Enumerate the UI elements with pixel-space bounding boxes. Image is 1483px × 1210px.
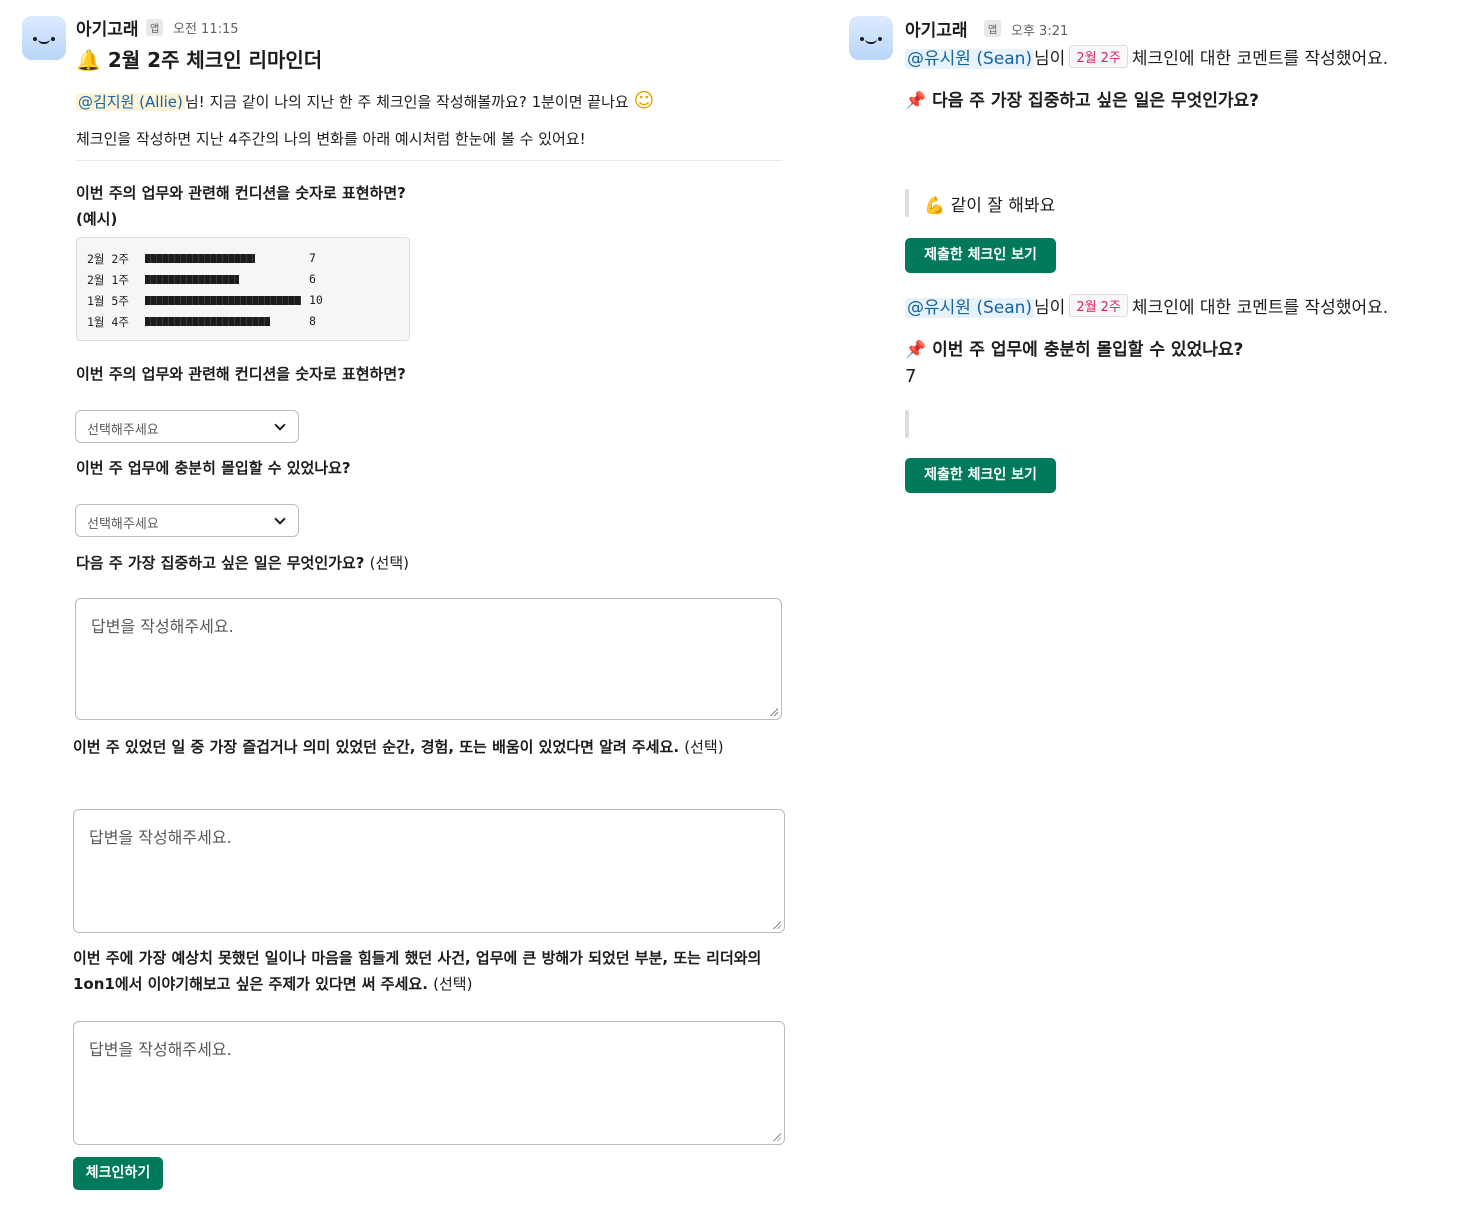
q3-textarea[interactable]: 답변을 작성해주세요. bbox=[75, 598, 782, 720]
avatar-eye-right bbox=[51, 37, 55, 41]
q3-label-text: 다음 주 가장 집중하고 싶은 일은 무엇인가요? bbox=[76, 554, 365, 572]
q5-label: 이번 주에 가장 예상치 못했던 일이나 마음을 힘들게 했던 사건, 업무에 … bbox=[73, 945, 787, 997]
checkin-submit-button[interactable]: 체크인하기 bbox=[73, 1157, 163, 1190]
q5-optional: (선택) bbox=[433, 975, 473, 993]
app-badge: 앱 bbox=[984, 20, 1002, 37]
comment2-text: 체크인에 대한 코멘트를 작성했어요. bbox=[1131, 298, 1389, 318]
user-mention[interactable]: @유시원 (Sean) bbox=[905, 298, 1035, 318]
example-value: 8 bbox=[309, 314, 316, 328]
example-chart-block: 2월 2주 7 2월 1주 6 1월 5주 10 1월 4주 8 bbox=[76, 237, 410, 341]
title-text: 2월 2주 체크인 리마인더 bbox=[107, 48, 323, 72]
example-bar bbox=[145, 254, 255, 263]
q1-label: 이번 주의 업무와 관련해 컨디션을 숫자로 표현하면? bbox=[76, 365, 406, 383]
comment1-quote: 💪 같이 잘 해봐요 bbox=[924, 191, 1055, 216]
resize-handle-icon[interactable] bbox=[772, 920, 781, 929]
example-bar bbox=[145, 317, 270, 326]
q4-label-text: 이번 주 있었던 일 중 가장 즐겁거나 의미 있었던 순간, 경험, 또는 배… bbox=[73, 738, 680, 756]
comment1-question: 📌 다음 주 가장 집중하고 싶은 일은 무엇인가요? bbox=[905, 86, 1259, 111]
chevron-down-icon bbox=[274, 513, 286, 525]
quote-bar bbox=[905, 189, 909, 217]
q2-label: 이번 주 업무에 충분히 몰입할 수 있었나요? bbox=[76, 459, 351, 477]
q5-placeholder: 답변을 작성해주세요. bbox=[89, 1040, 232, 1059]
intro-text: 체크인을 작성하면 지난 4주간의 나의 변화를 아래 예시처럼 한눈에 볼 수… bbox=[76, 130, 586, 148]
q3-label: 다음 주 가장 집중하고 싶은 일은 무엇인가요? (선택) bbox=[76, 550, 409, 576]
comment2-suffix: 님이 bbox=[1034, 298, 1066, 318]
date-badge: 2월 2주 bbox=[1069, 45, 1128, 68]
example-value: 10 bbox=[309, 293, 323, 307]
bot-avatar[interactable] bbox=[22, 16, 66, 60]
message-title: 🔔 2월 2주 체크인 리마인더 bbox=[76, 44, 322, 73]
divider bbox=[76, 160, 782, 161]
chevron-down-icon bbox=[274, 419, 286, 431]
whale-face bbox=[22, 16, 66, 60]
user-mention[interactable]: @유시원 (Sean) bbox=[905, 49, 1035, 69]
q4-label: 이번 주 있었던 일 중 가장 즐겁거나 의미 있었던 순간, 경험, 또는 배… bbox=[73, 734, 785, 760]
example-value: 6 bbox=[309, 272, 316, 286]
comment2-line: @유시원 (Sean) 님이 2월 2주 체크인에 대한 코멘트를 작성했어요. bbox=[905, 293, 1388, 318]
comment2-question-text: 이번 주 업무에 충분히 몰입할 수 있었나요? bbox=[932, 340, 1244, 360]
q4-placeholder: 답변을 작성해주세요. bbox=[89, 828, 232, 847]
comment1-text: 체크인에 대한 코멘트를 작성했어요. bbox=[1131, 49, 1389, 69]
comment1-line: @유시원 (Sean) 님이 2월 2주 체크인에 대한 코멘트를 작성했어요. bbox=[905, 44, 1388, 69]
view-checkin-button[interactable]: 제출한 체크인 보기 bbox=[905, 238, 1056, 273]
message-time[interactable]: 오후 3:21 bbox=[1011, 20, 1068, 39]
sender-name[interactable]: 아기고래 bbox=[905, 16, 968, 41]
resize-handle-icon[interactable] bbox=[772, 1132, 781, 1141]
example-week: 1월 4주 bbox=[87, 315, 129, 329]
q2-select[interactable]: 선택해주세요 bbox=[75, 504, 299, 537]
q5-textarea[interactable]: 답변을 작성해주세요. bbox=[73, 1021, 785, 1145]
example-bar bbox=[145, 296, 301, 305]
date-badge: 2월 2주 bbox=[1069, 294, 1128, 317]
resize-handle-icon[interactable] bbox=[769, 707, 778, 716]
whale-face bbox=[849, 16, 893, 60]
user-mention[interactable]: @김지원 (Allie) bbox=[76, 93, 185, 111]
greeting-line: @김지원 (Allie) 님! 지금 같이 나의 지난 한 주 체크인을 작성해볼… bbox=[76, 88, 654, 112]
example-week: 2월 2주 bbox=[87, 252, 129, 266]
bell-icon: 🔔 bbox=[76, 48, 101, 72]
q4-optional: (선택) bbox=[684, 738, 724, 756]
bot-avatar[interactable] bbox=[849, 16, 893, 60]
avatar-eye-left bbox=[860, 37, 864, 41]
example-week: 1월 5주 bbox=[87, 294, 129, 308]
comment2-question: 📌 이번 주 업무에 충분히 몰입할 수 있었나요? bbox=[905, 335, 1243, 360]
pushpin-icon: 📌 bbox=[905, 340, 927, 360]
sender-name[interactable]: 아기고래 bbox=[76, 15, 139, 40]
example-bar bbox=[145, 275, 239, 284]
comment1-question-text: 다음 주 가장 집중하고 싶은 일은 무엇인가요? bbox=[932, 91, 1259, 111]
quote-bar bbox=[905, 410, 909, 438]
q3-placeholder: 답변을 작성해주세요. bbox=[91, 617, 234, 636]
avatar-eye-right bbox=[878, 37, 882, 41]
q3-optional: (선택) bbox=[369, 554, 409, 572]
q1-select[interactable]: 선택해주세요 bbox=[75, 410, 299, 443]
example-week: 2월 1주 bbox=[87, 273, 129, 287]
view-checkin-button[interactable]: 제출한 체크인 보기 bbox=[905, 458, 1056, 493]
avatar-eye-left bbox=[33, 37, 37, 41]
pushpin-icon: 📌 bbox=[905, 91, 927, 111]
app-badge: 앱 bbox=[146, 19, 164, 36]
q2-placeholder: 선택해주세요 bbox=[87, 517, 159, 532]
comment1-suffix: 님이 bbox=[1034, 49, 1066, 69]
message-time[interactable]: 오전 11:15 bbox=[173, 18, 239, 37]
q1-placeholder: 선택해주세요 bbox=[87, 423, 159, 438]
example-label: 이번 주의 업무와 관련해 컨디션을 숫자로 표현하면?(예시) bbox=[76, 184, 406, 228]
comment1-quote-text: 같이 잘 해봐요 bbox=[950, 196, 1056, 216]
q5-label-text: 이번 주에 가장 예상치 못했던 일이나 마음을 힘들게 했던 사건, 업무에 … bbox=[73, 949, 762, 993]
flexed-biceps-icon: 💪 bbox=[924, 196, 946, 216]
smiling-face-icon: ☺ bbox=[633, 88, 655, 112]
greeting-text: 님! 지금 같이 나의 지난 한 주 체크인을 작성해볼까요? 1분이면 끝나요 bbox=[184, 93, 629, 111]
example-value: 7 bbox=[309, 251, 316, 265]
q4-textarea[interactable]: 답변을 작성해주세요. bbox=[73, 809, 785, 933]
comment2-answer: 7 bbox=[905, 366, 917, 387]
